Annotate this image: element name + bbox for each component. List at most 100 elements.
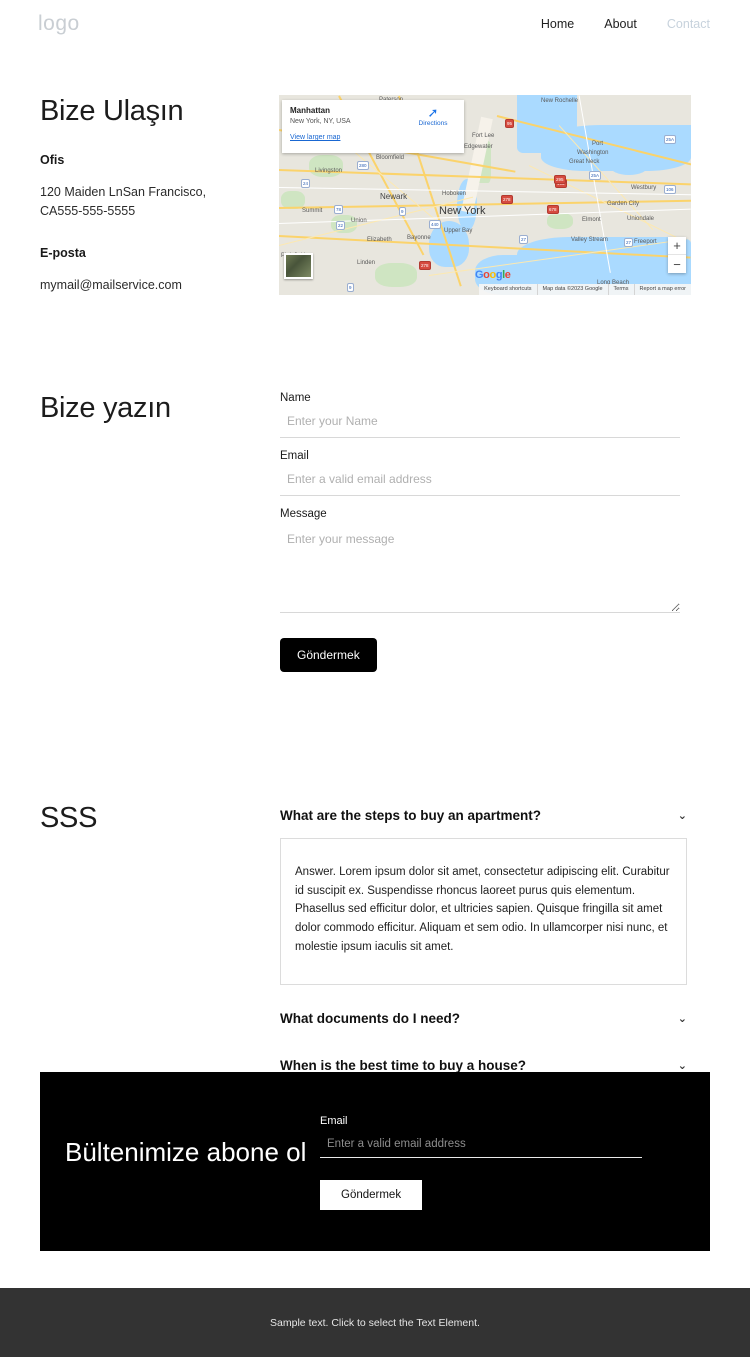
- newsletter-submit-button[interactable]: Göndermek: [320, 1180, 423, 1210]
- map-label: Elmont: [582, 217, 601, 223]
- map-label: New Rochelle: [541, 98, 579, 104]
- office-address: 120 Maiden LnSan Francisco, CA555-555-55…: [40, 185, 207, 219]
- map-shield-22: 22: [336, 221, 346, 230]
- map-shield-278: 278: [501, 195, 513, 204]
- faq-title: SSS: [40, 802, 98, 835]
- name-field-group: Name: [280, 392, 710, 439]
- directions-label: Directions: [418, 120, 448, 127]
- faq-title-column: SSS: [40, 802, 280, 1079]
- map-shield-295: 295: [554, 175, 566, 184]
- map-shield-95: 95: [505, 119, 515, 128]
- map-label: Freeport: [634, 239, 657, 245]
- map-street-view-thumbnail[interactable]: [284, 253, 313, 279]
- contact-form-section: Bize yazın Name Email Message Göndermek: [0, 392, 750, 673]
- form-title: Bize yazın: [40, 392, 171, 425]
- faq-question[interactable]: What documents do I need? ⌄: [280, 1005, 687, 1032]
- newsletter-email-label: Email: [320, 1115, 348, 1127]
- faq-body-column: What are the steps to buy an apartment? ⌄…: [280, 802, 710, 1079]
- map-label: Summit: [302, 208, 323, 214]
- submit-button[interactable]: Göndermek: [280, 638, 377, 673]
- newsletter-heading: Bültenimize abone ol: [65, 1137, 307, 1167]
- message-label: Message: [280, 508, 327, 521]
- view-larger-map-link[interactable]: View larger map: [290, 134, 456, 141]
- terms-link[interactable]: Terms: [607, 284, 634, 295]
- map-shield-440: 440: [429, 220, 441, 229]
- map-shield-106: 106: [664, 185, 676, 194]
- map-shield-27: 27: [519, 235, 529, 244]
- report-error-link[interactable]: Report a map error: [633, 284, 691, 295]
- map-label: Port: [592, 141, 604, 147]
- map-label: New York: [439, 205, 486, 217]
- chevron-down-icon[interactable]: ⌄: [678, 809, 687, 822]
- map-label: Edgewater: [464, 144, 493, 150]
- map-label: Newark: [380, 192, 408, 201]
- newsletter-email-input[interactable]: [320, 1136, 642, 1158]
- nav-link-home[interactable]: Home: [541, 17, 574, 31]
- map-info-card[interactable]: Manhattan New York, NY, USA View larger …: [282, 100, 464, 153]
- message-field-group: Message: [280, 508, 710, 614]
- faq-list: What are the steps to buy an apartment? ⌄…: [280, 802, 687, 1079]
- email-label: E-posta: [40, 245, 86, 260]
- map-label: Westbury: [631, 185, 657, 191]
- map-shield-280: 280: [357, 161, 369, 170]
- google-logo: Google: [475, 269, 511, 281]
- map-shield-9b: 9: [347, 283, 354, 292]
- map-shield-25a: 25A: [664, 135, 677, 144]
- zoom-in-button[interactable]: +: [668, 237, 686, 255]
- email-field-group: Email: [280, 450, 710, 497]
- newsletter-heading-column: Bültenimize abone ol: [40, 1072, 320, 1251]
- form-title-column: Bize yazın: [40, 392, 280, 672]
- map-data-text: Map data ©2023 Google: [536, 284, 608, 295]
- email-label: Email: [280, 450, 309, 463]
- name-label: Name: [280, 392, 311, 405]
- name-input[interactable]: [280, 412, 680, 439]
- map-column: PatersonNew RochelleFort LeeEdgewaterPor…: [279, 95, 710, 295]
- map-label: Fort Lee: [472, 133, 495, 139]
- nav-link-contact[interactable]: Contact: [667, 17, 710, 31]
- contact-section: Bize Ulaşın Ofis 120 Maiden LnSan Franci…: [0, 95, 750, 295]
- newsletter-form: Email Göndermek: [320, 1072, 642, 1251]
- map-label: Great Neck: [569, 159, 600, 165]
- site-logo[interactable]: logo: [38, 12, 80, 36]
- faq-question[interactable]: What are the steps to buy an apartment? ⌄: [280, 802, 687, 829]
- map-shield-78: 78: [334, 205, 344, 214]
- map-label: Valley Stream: [571, 237, 608, 243]
- google-map-embed[interactable]: PatersonNew RochelleFort LeeEdgewaterPor…: [279, 95, 691, 295]
- map-label: Washington: [577, 150, 609, 156]
- faq-item: What are the steps to buy an apartment? ⌄…: [280, 802, 687, 986]
- email-input[interactable]: [280, 470, 680, 497]
- faq-question-text: What are the steps to buy an apartment?: [280, 808, 542, 824]
- chevron-down-icon[interactable]: ⌄: [678, 1059, 687, 1072]
- faq-question-text: When is the best time to buy a house?: [280, 1058, 527, 1074]
- map-label: Livingston: [315, 168, 343, 174]
- map-label: Elizabeth: [367, 237, 392, 243]
- zoom-out-button[interactable]: −: [668, 255, 686, 273]
- map-zoom-controls[interactable]: + −: [668, 237, 686, 273]
- office-label: Ofis: [40, 153, 65, 167]
- map-label: Bayonne: [407, 235, 431, 241]
- faq-item: What documents do I need? ⌄: [280, 1005, 687, 1032]
- map-label: Garden City: [607, 201, 640, 207]
- site-header: logo Home About Contact: [0, 0, 750, 48]
- faq-question-text: What documents do I need?: [280, 1011, 461, 1027]
- main-navigation: Home About Contact: [541, 17, 710, 31]
- map-shield-9: 9: [399, 207, 406, 216]
- contact-title: Bize Ulaşın: [40, 95, 184, 127]
- directions-button[interactable]: ➚ Directions: [410, 106, 456, 128]
- map-label: Uniondale: [627, 216, 655, 222]
- site-footer: Sample text. Click to select the Text El…: [0, 1288, 750, 1357]
- keyboard-shortcuts-link[interactable]: Keyboard shortcuts: [479, 284, 536, 295]
- map-shield-24: 24: [301, 179, 311, 188]
- chevron-down-icon[interactable]: ⌄: [678, 1012, 687, 1025]
- footer-sample-text: Sample text. Click to select the Text El…: [270, 1316, 480, 1329]
- newsletter-section: Bültenimize abone ol Email Göndermek: [40, 1072, 710, 1251]
- map-shield-278b: 278: [419, 261, 431, 270]
- map-label: Linden: [357, 260, 376, 266]
- message-textarea[interactable]: [280, 528, 680, 614]
- faq-section: SSS What are the steps to buy an apartme…: [0, 802, 750, 1079]
- map-label: Bloomfield: [376, 155, 405, 161]
- nav-link-about[interactable]: About: [604, 17, 637, 31]
- email-address: mymail@mailservice.com: [40, 277, 182, 292]
- map-label: Upper Bay: [444, 228, 473, 234]
- map-shield-25a2: 25A: [589, 171, 602, 180]
